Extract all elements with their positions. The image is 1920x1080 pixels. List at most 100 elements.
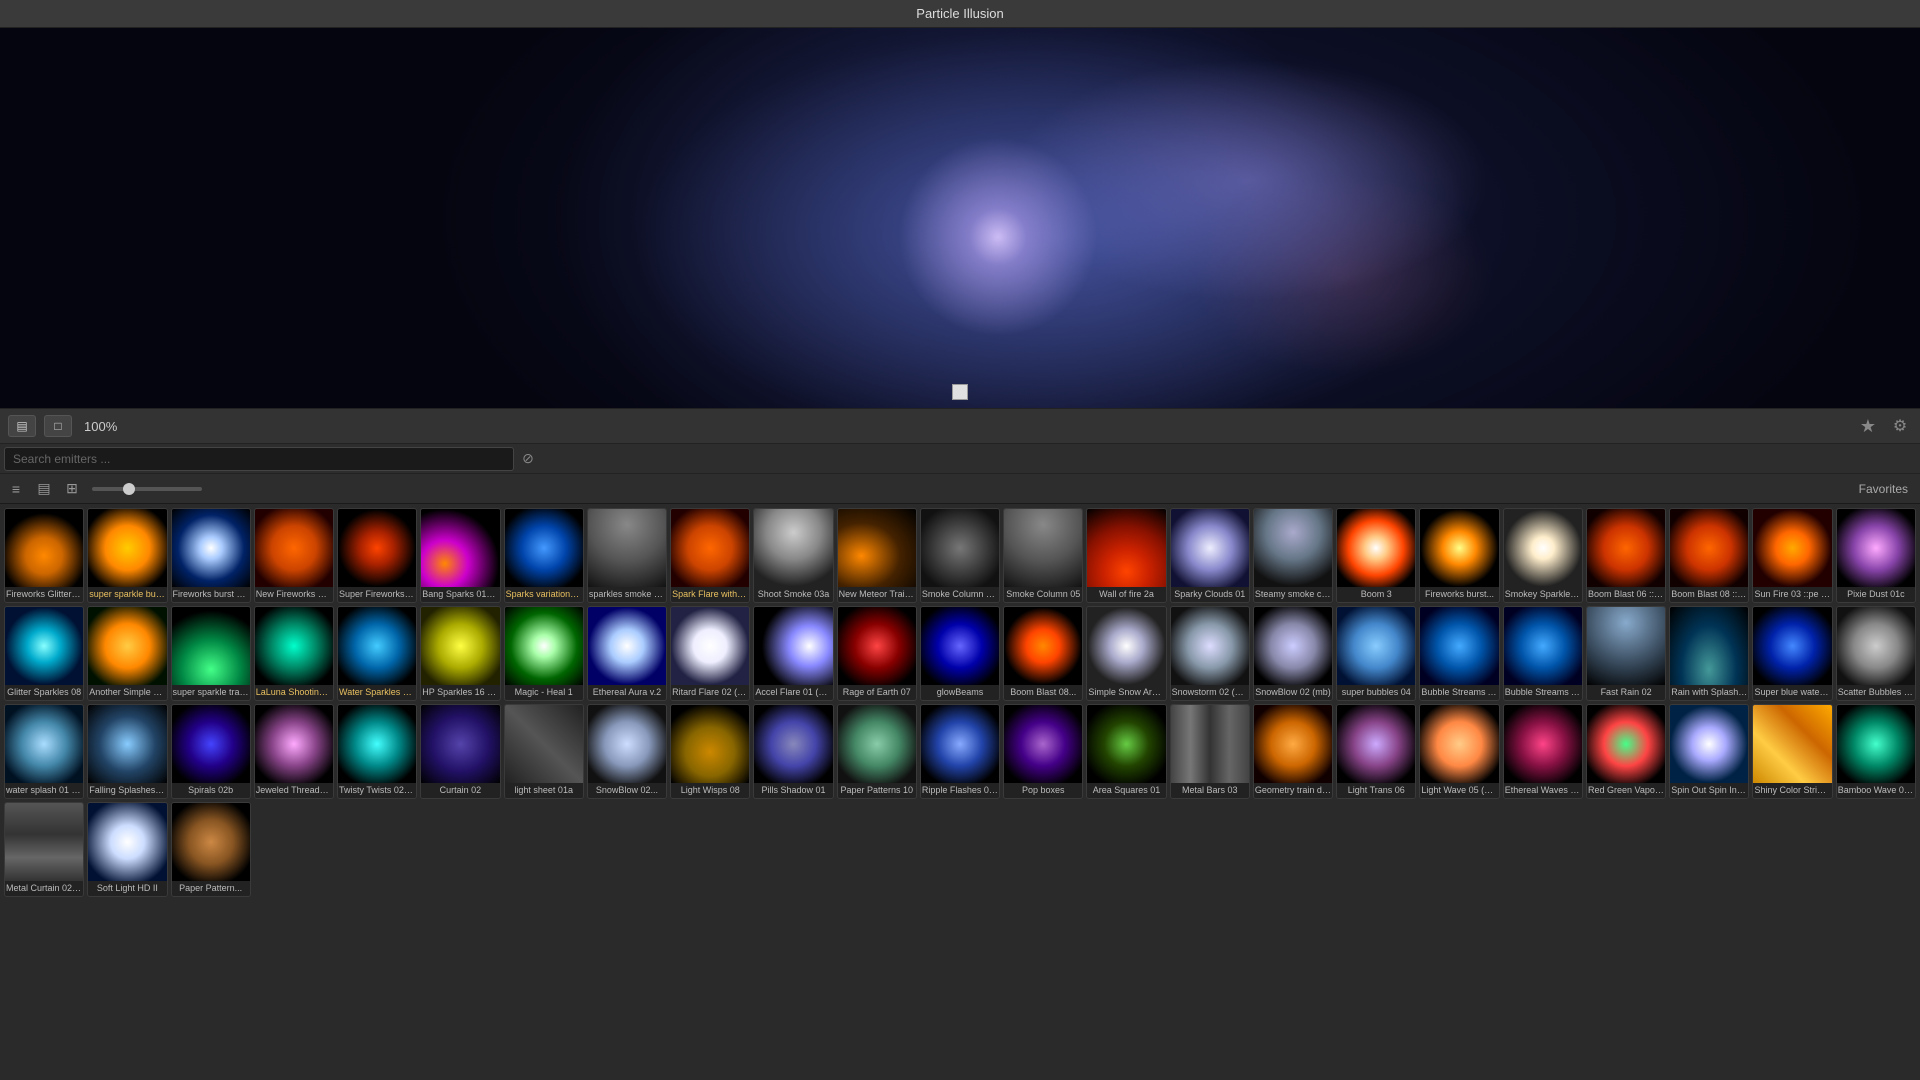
emitter-thumbnail — [1171, 705, 1249, 783]
grid-item[interactable]: Pills Shadow 01 — [753, 704, 833, 799]
thumbnail-size-slider[interactable] — [92, 487, 202, 491]
grid-item[interactable]: Pixie Dust 01c — [1836, 508, 1916, 603]
preview-mode-button[interactable]: □ — [44, 415, 72, 437]
grid-item[interactable]: Shiny Color Stripes ... — [1752, 704, 1832, 799]
list-view-button[interactable]: ≡ — [4, 478, 28, 500]
emitter-thumbnail — [588, 509, 666, 587]
emitter-thumbnail — [1420, 607, 1498, 685]
grid-item[interactable]: light sheet 01a — [504, 704, 584, 799]
grid-item[interactable]: Fireworks burst 06a... — [171, 508, 251, 603]
emitter-label: Boom 3 — [1337, 587, 1415, 602]
grid-item[interactable]: Boom 3 — [1336, 508, 1416, 603]
grid-item[interactable]: Super Fireworks Par... — [337, 508, 417, 603]
grid-item[interactable]: Boom Blast 08... — [1003, 606, 1083, 701]
grid-item[interactable]: super sparkle trail 02 — [171, 606, 251, 701]
grid-item[interactable]: Bubble Streams Are... — [1503, 606, 1583, 701]
grid-item[interactable]: Bang Sparks 01a (mb) — [420, 508, 500, 603]
grid-item[interactable]: super sparkle burst 02 — [87, 508, 167, 603]
grid-item[interactable]: Accel Flare 01 (mb?) — [753, 606, 833, 701]
search-input[interactable] — [4, 447, 514, 471]
emitter-thumbnail — [5, 509, 83, 587]
grid-item[interactable]: SnowBlow 02... — [587, 704, 667, 799]
grid-item[interactable]: Ripple Flashes 02 (m... — [920, 704, 1000, 799]
grid-item[interactable]: HP Sparkles 16 (mb) — [420, 606, 500, 701]
detail-view-button[interactable]: ▤ — [32, 478, 56, 500]
film-strip-button[interactable]: ▤ — [8, 415, 36, 437]
grid-item[interactable]: glowBeams — [920, 606, 1000, 701]
emitter-thumbnail — [1587, 607, 1665, 685]
grid-item[interactable]: Red Green Vapor Sq... — [1586, 704, 1666, 799]
slider-thumb[interactable] — [123, 483, 135, 495]
favorites-label[interactable]: Favorites — [1859, 482, 1916, 496]
emitter-label: Water Sparkles Com... — [338, 685, 416, 700]
grid-item[interactable]: Smoke Column 04a — [920, 508, 1000, 603]
grid-item[interactable]: Area Squares 01 — [1086, 704, 1166, 799]
grid-item[interactable]: Ethereal Waves ::pe... — [1503, 704, 1583, 799]
grid-item[interactable]: Bamboo Wave 05 ... — [1836, 704, 1916, 799]
grid-item[interactable]: New Meteor Trail 01 — [837, 508, 917, 603]
favorites-star-button[interactable]: ★ — [1856, 414, 1880, 438]
emitter-label: Soft Light HD II — [88, 881, 166, 896]
grid-item[interactable]: Fireworks Glitter con... — [4, 508, 84, 603]
emitter-label: Super Fireworks Par... — [338, 587, 416, 602]
emitters-grid[interactable]: Fireworks Glitter con...super sparkle bu… — [0, 504, 1920, 1080]
grid-item[interactable]: Ethereal Aura v.2 — [587, 606, 667, 701]
grid-view-button[interactable]: ⊞ — [60, 478, 84, 500]
grid-item[interactable]: Magic - Heal 1 — [504, 606, 584, 701]
grid-item[interactable]: Boom Blast 08 ::pe P... — [1669, 508, 1749, 603]
grid-item[interactable]: Curtain 02 — [420, 704, 500, 799]
grid-item[interactable]: Metal Bars 03 — [1170, 704, 1250, 799]
grid-item[interactable]: super bubbles 04 — [1336, 606, 1416, 701]
emitter-label: Shoot Smoke 03a — [754, 587, 832, 602]
grid-item[interactable]: Steamy smoke colu... — [1253, 508, 1333, 603]
grid-item[interactable]: Sun Fire 03 ::pe PR... — [1752, 508, 1832, 603]
grid-item[interactable]: Spin Out Spin In ::p... — [1669, 704, 1749, 799]
grid-item[interactable]: SnowBlow 02 (mb) — [1253, 606, 1333, 701]
grid-item[interactable]: Sparky Clouds 01 — [1170, 508, 1250, 603]
grid-item[interactable]: New Fireworks Burst... — [254, 508, 334, 603]
grid-item[interactable]: Jeweled Threads 01 — [254, 704, 334, 799]
grid-item[interactable]: sparkles smoke 10a (m... — [587, 508, 667, 603]
grid-item[interactable]: Glitter Sparkles 08 — [4, 606, 84, 701]
grid-item[interactable]: Bubble Streams Are... — [1419, 606, 1499, 701]
grid-item[interactable]: Paper Pattern... — [171, 802, 251, 897]
clear-search-button[interactable]: ⊘ — [518, 449, 538, 469]
grid-item[interactable]: Smoke Column 05 — [1003, 508, 1083, 603]
grid-item[interactable]: Another Simple Spar... — [87, 606, 167, 701]
grid-item[interactable]: Falling Splashes Wall... — [87, 704, 167, 799]
grid-item[interactable]: water splash 01 (mb) — [4, 704, 84, 799]
grid-item[interactable]: Light Wisps 08 — [670, 704, 750, 799]
grid-item[interactable]: Twisty Twists 02 (mb) — [337, 704, 417, 799]
grid-item[interactable]: Shoot Smoke 03a — [753, 508, 833, 603]
grid-item[interactable]: Metal Curtain 02 ::p... — [4, 802, 84, 897]
grid-item[interactable]: Spirals 02b — [171, 704, 251, 799]
grid-item[interactable]: Paper Patterns 10 — [837, 704, 917, 799]
grid-item[interactable]: Fast Rain 02 — [1586, 606, 1666, 701]
grid-item[interactable]: Spark Flare with Sim... — [670, 508, 750, 603]
grid-item[interactable]: Simple Snow Area 02 — [1086, 606, 1166, 701]
emitter-label: Simple Snow Area 02 — [1087, 685, 1165, 700]
grid-item[interactable]: Rage of Earth 07 — [837, 606, 917, 701]
grid-item[interactable]: LaLuna Shooting Sta... — [254, 606, 334, 701]
settings-button[interactable]: ⚙ — [1888, 414, 1912, 438]
emitter-label: Snowstorm 02 (mb) — [1171, 685, 1249, 700]
grid-item[interactable]: Boom Blast 06 ::pe P... — [1586, 508, 1666, 603]
grid-item[interactable]: Water Sparkles Com... — [337, 606, 417, 701]
grid-item[interactable]: Smokey Sparkle Bur... — [1503, 508, 1583, 603]
emitter-label: Spirals 02b — [172, 783, 250, 798]
emitter-thumbnail — [255, 509, 333, 587]
grid-item[interactable]: Ritard Flare 02 (mb) — [670, 606, 750, 701]
grid-item[interactable]: Light Trans 06 — [1336, 704, 1416, 799]
preview-position-indicator[interactable] — [952, 384, 968, 400]
grid-item[interactable]: Wall of fire 2a — [1086, 508, 1166, 603]
grid-item[interactable]: Super blue water 02a — [1752, 606, 1832, 701]
grid-item[interactable]: Fireworks burst... — [1419, 508, 1499, 603]
grid-item[interactable]: Snowstorm 02 (mb) — [1170, 606, 1250, 701]
grid-item[interactable]: Rain with Splashes S... — [1669, 606, 1749, 701]
grid-item[interactable]: Soft Light HD II — [87, 802, 167, 897]
grid-item[interactable]: Sparks variations 05... — [504, 508, 584, 603]
grid-item[interactable]: Geometry train disc... — [1253, 704, 1333, 799]
grid-item[interactable]: Pop boxes — [1003, 704, 1083, 799]
grid-item[interactable]: Light Wave 05 (mb+) — [1419, 704, 1499, 799]
grid-item[interactable]: Scatter Bubbles 01 (... — [1836, 606, 1916, 701]
